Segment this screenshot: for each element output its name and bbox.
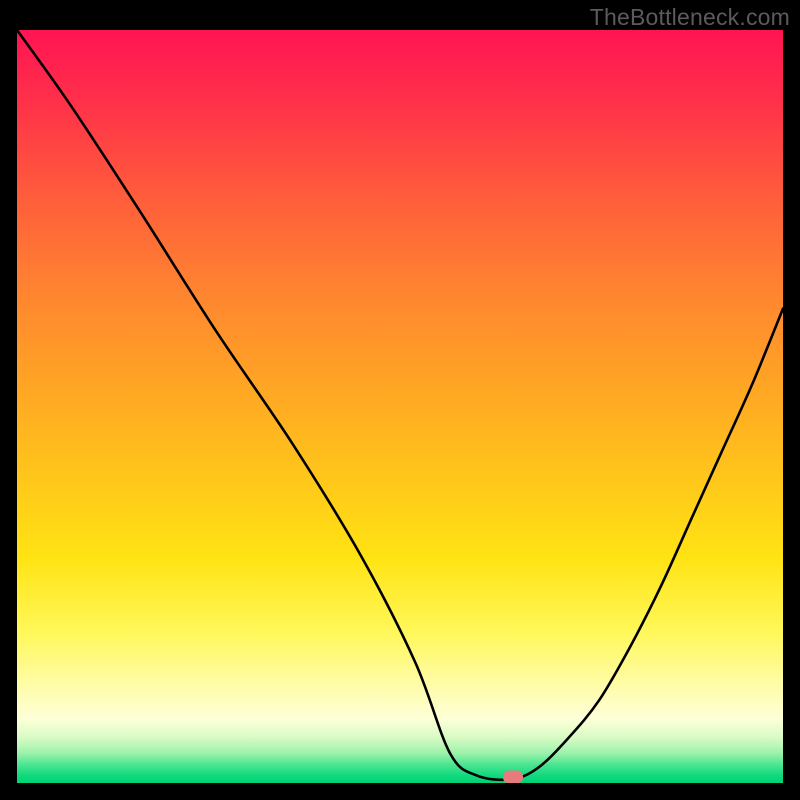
chart-frame: TheBottleneck.com [0,0,800,800]
plot-area [17,30,783,783]
bottleneck-curve [17,30,783,783]
optimal-point-marker [503,771,523,784]
watermark-text: TheBottleneck.com [590,4,790,31]
